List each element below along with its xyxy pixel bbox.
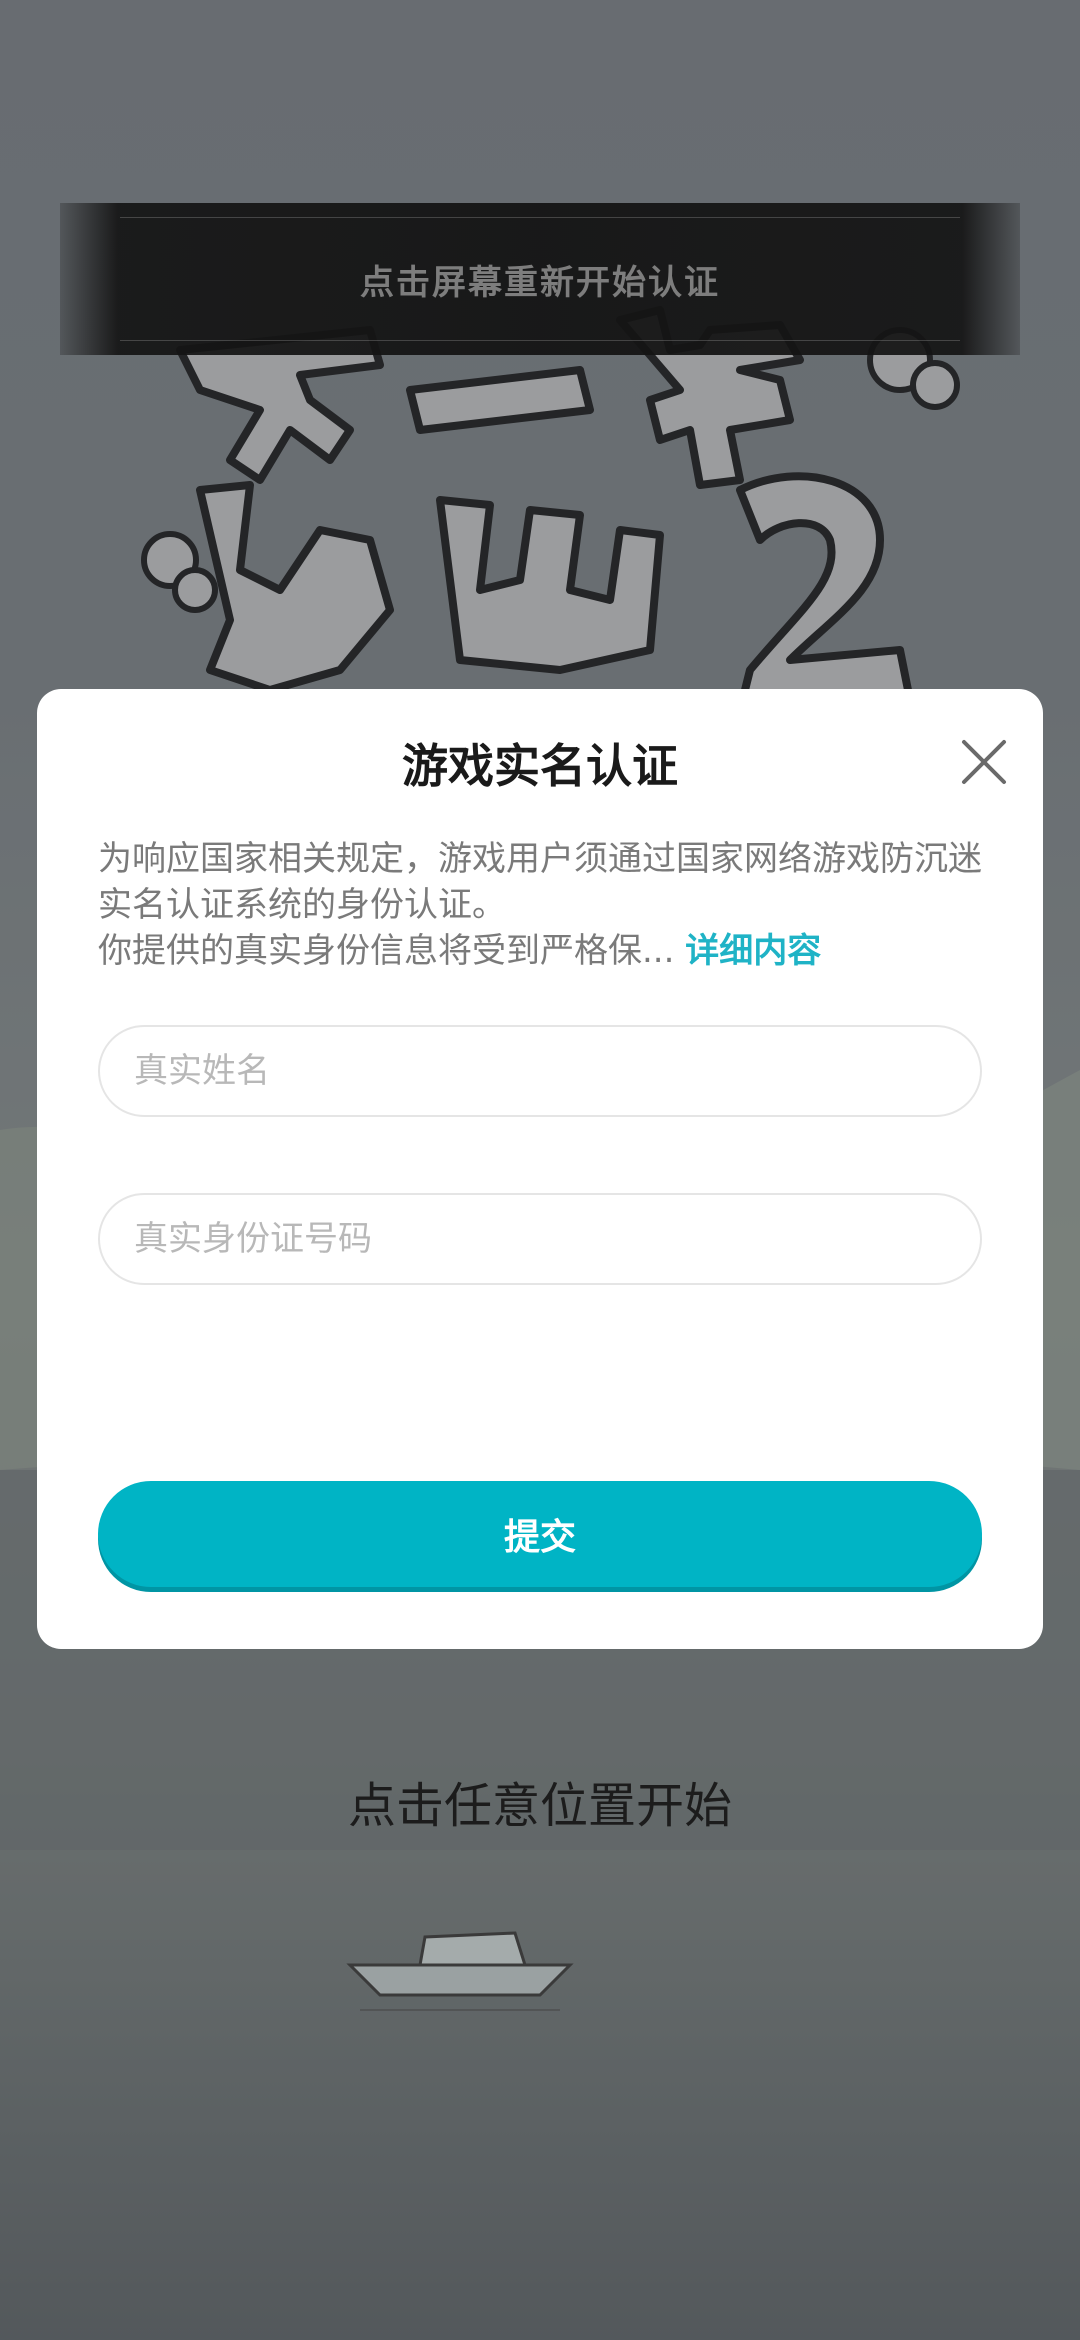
detail-link[interactable]: 详细内容 [685, 931, 821, 971]
id-number-input[interactable] [98, 1193, 982, 1285]
game-launch-screen[interactable]: 点击屏幕重新开始认证 点击任意位置开始 游戏实名认证 为响应国家相关规定，游戏用… [0, 0, 1080, 2340]
tap-to-start-text: 点击任意位置开始 [347, 1778, 732, 1834]
real-name-input[interactable] [98, 1025, 982, 1117]
banner-text: 点击屏幕重新开始认证 [360, 262, 720, 303]
boat-illustration [346, 1931, 574, 2011]
verification-notice: 为响应国家相关规定，游戏用户须通过国家网络游戏防沉迷实名认证系统的身份认证。 你… [98, 836, 998, 974]
notice-text-1: 为响应国家相关规定，游戏用户须通过国家网络游戏防沉迷实名认证系统的身份认证。 [98, 839, 982, 925]
restart-verification-banner[interactable]: 点击屏幕重新开始认证 [60, 203, 1020, 355]
submit-button[interactable]: 提交 [98, 1481, 982, 1587]
dialog-title: 游戏实名认证 [402, 739, 678, 793]
close-icon[interactable] [956, 734, 1012, 790]
notice-text-2: 你提供的真实身份信息将受到严格保... [98, 931, 675, 971]
